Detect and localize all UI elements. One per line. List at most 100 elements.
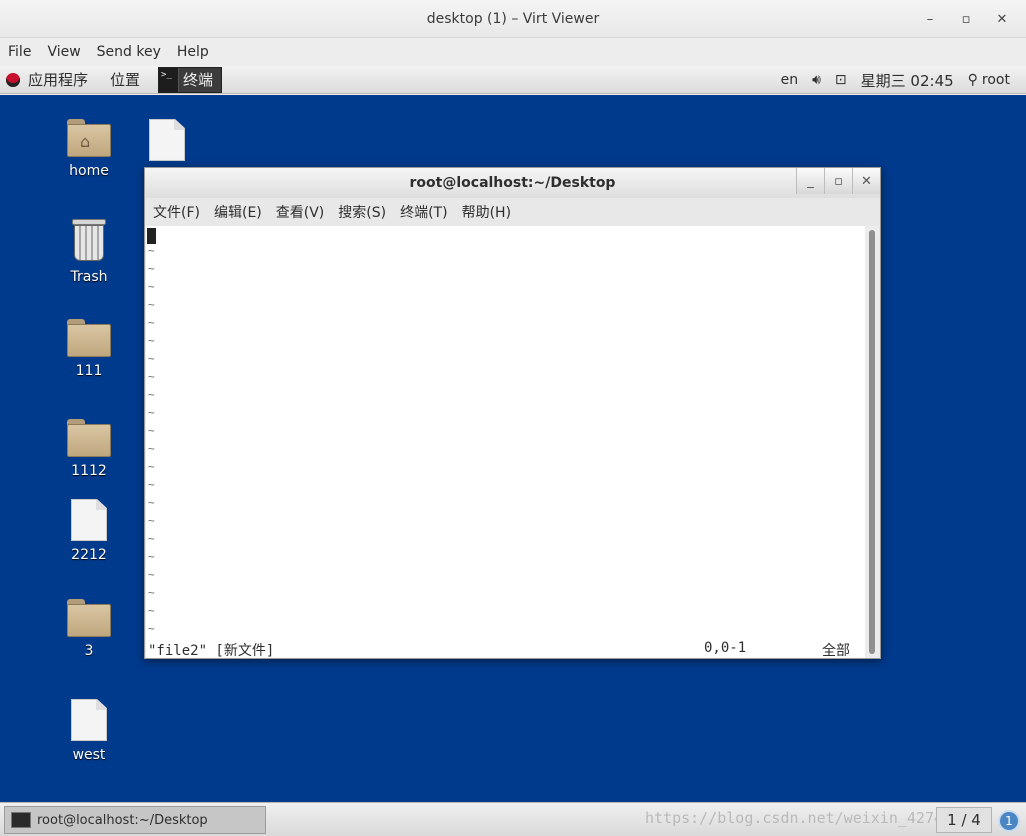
- vim-empty-line-marker: ~: [148, 550, 155, 563]
- terminal-taskbar-item[interactable]: >_ 终端: [158, 66, 223, 93]
- desktop-icon-1112[interactable]: 1112: [49, 419, 129, 479]
- status-file-name: "file2" [新文件]: [148, 643, 275, 659]
- home-folder-icon: ⌂: [67, 119, 111, 157]
- file-icon: [71, 699, 107, 741]
- terminal-title: root@localhost:~/Desktop: [409, 175, 616, 191]
- viewer-menubar: File View Send key Help: [0, 38, 1026, 66]
- vim-empty-line-marker: ~: [148, 622, 155, 635]
- desktop-icon-label: 2212: [71, 547, 107, 563]
- folder-icon: [67, 419, 111, 457]
- desktop-icon-label: 1112: [71, 463, 107, 479]
- terminal-menu-view[interactable]: 查看(V): [276, 202, 325, 222]
- terminal-window[interactable]: root@localhost:~/Desktop _ ▫ ✕ 文件(F) 编辑(…: [144, 167, 881, 659]
- taskbar-item-label: root@localhost:~/Desktop: [37, 812, 208, 828]
- user-icon: ⚲: [967, 72, 978, 88]
- workspace-pager[interactable]: 1 / 4: [936, 807, 992, 833]
- desktop-icon-home[interactable]: ⌂ home: [49, 119, 129, 179]
- terminal-titlebar[interactable]: root@localhost:~/Desktop _ ▫ ✕: [145, 168, 880, 198]
- terminal-task-label: 终端: [183, 71, 214, 89]
- clock[interactable]: 星期三 02:45: [861, 70, 954, 91]
- terminal-menubar: 文件(F) 编辑(E) 查看(V) 搜索(S) 终端(T) 帮助(H): [145, 198, 880, 226]
- vim-empty-line-marker: ~: [148, 478, 155, 491]
- volume-icon[interactable]: 🔊︎: [812, 72, 821, 88]
- vim-empty-line-marker: ~: [148, 244, 155, 257]
- terminal-close-button[interactable]: ✕: [852, 168, 880, 194]
- folder-icon: [67, 599, 111, 637]
- notification-count-badge[interactable]: 1: [998, 810, 1020, 832]
- taskbar-terminal-item[interactable]: root@localhost:~/Desktop: [4, 806, 266, 834]
- applications-label: 应用程序: [28, 71, 89, 89]
- terminal-maximize-button[interactable]: ▫: [824, 168, 852, 194]
- vim-empty-line-marker: ~: [148, 586, 155, 599]
- vim-empty-line-marker: ~: [148, 316, 155, 329]
- minimize-button[interactable]: –: [912, 8, 948, 30]
- menu-help[interactable]: Help: [177, 44, 217, 60]
- user-menu[interactable]: ⚲ root: [968, 72, 1010, 88]
- desktop-icon-label: Trash: [70, 269, 108, 285]
- keyboard-layout-indicator[interactable]: en: [781, 72, 799, 88]
- file-icon: [71, 499, 107, 541]
- vim-empty-line-marker: ~: [148, 442, 155, 455]
- terminal-menu-search[interactable]: 搜索(S): [338, 202, 386, 222]
- maximize-button[interactable]: ▫: [948, 8, 984, 30]
- status-scroll-position: 全部: [822, 643, 850, 659]
- viewer-window-controls: – ▫ ✕: [912, 8, 1020, 30]
- viewer-titlebar: desktop (1) – Virt Viewer – ▫ ✕: [0, 0, 1026, 38]
- vim-empty-line-marker: ~: [148, 298, 155, 311]
- desktop-icon-west[interactable]: west: [49, 699, 129, 763]
- desktop-icon-label: 111: [75, 363, 103, 379]
- vim-empty-line-marker: ~: [148, 532, 155, 545]
- vim-empty-line-marker: ~: [148, 514, 155, 527]
- vim-empty-line-marker: ~: [148, 352, 155, 365]
- terminal-window-controls: _ ▫ ✕: [796, 168, 880, 194]
- watermark-text: https://blog.csdn.net/weixin_42748: [645, 809, 953, 827]
- vim-empty-line-marker: ~: [148, 460, 155, 473]
- scrollbar-thumb[interactable]: [869, 230, 875, 654]
- file-icon: [149, 119, 185, 161]
- terminal-menu-file[interactable]: 文件(F): [153, 202, 200, 222]
- places-menu[interactable]: 位置: [110, 69, 140, 90]
- terminal-menu-terminal[interactable]: 终端(T): [400, 202, 447, 222]
- terminal-minimize-button[interactable]: _: [796, 168, 824, 194]
- terminal-scrollbar[interactable]: [865, 226, 879, 658]
- status-cursor-position: 0,0-1: [704, 640, 747, 656]
- panel-left: 应用程序 位置 >_ 终端: [0, 66, 223, 93]
- vim-empty-line-marker: ~: [148, 496, 155, 509]
- trash-icon: [70, 219, 108, 263]
- desktop-file-unnamed[interactable]: [127, 119, 207, 161]
- vim-empty-line-marker: ~: [148, 388, 155, 401]
- menu-view[interactable]: View: [47, 44, 88, 60]
- terminal-menu-edit[interactable]: 编辑(E): [214, 202, 262, 222]
- network-icon[interactable]: ⊡: [835, 72, 847, 88]
- desktop-icon-trash[interactable]: Trash: [49, 219, 129, 285]
- user-name: root: [981, 72, 1010, 88]
- vim-editor-area[interactable]: "file2" [新文件] 0,0-1 全部 ~ ~ ~ ~ ~ ~ ~ ~ ~ ~ ~ ~ ~ ~ ~ ~ ~…: [146, 226, 867, 659]
- vim-empty-line-marker: ~: [148, 280, 155, 293]
- vim-empty-line-marker: ~: [148, 604, 155, 617]
- vim-empty-line-marker: ~: [148, 370, 155, 383]
- vim-status-line: "file2" [新文件] 0,0-1 全部: [148, 640, 864, 659]
- vim-empty-line-marker: ~: [148, 568, 155, 581]
- terminal-menu-help[interactable]: 帮助(H): [462, 202, 511, 222]
- folder-icon: [67, 319, 111, 357]
- desktop-icon-label: 3: [84, 643, 94, 659]
- menu-file[interactable]: File: [8, 44, 39, 60]
- desktop-icon-3[interactable]: 3: [49, 599, 129, 659]
- desktop-icon-label: home: [69, 163, 109, 179]
- gnome-top-panel: 应用程序 位置 >_ 终端 en 🔊︎ ⊡ 星期三 02:45 ⚲ root: [0, 66, 1026, 94]
- close-button[interactable]: ✕: [984, 8, 1020, 30]
- vim-empty-line-marker: ~: [148, 406, 155, 419]
- desktop-icon-111[interactable]: 111: [49, 319, 129, 379]
- vim-empty-line-marker: ~: [148, 424, 155, 437]
- applications-menu[interactable]: 应用程序: [0, 66, 88, 93]
- vim-empty-line-marker: ~: [148, 262, 155, 275]
- vim-empty-line-marker: ~: [148, 334, 155, 347]
- desktop-icon-label: west: [72, 747, 106, 763]
- text-cursor: [147, 228, 156, 244]
- redhat-icon: [6, 72, 20, 87]
- desktop-icon-2212[interactable]: 2212: [49, 499, 129, 563]
- panel-status-area: en 🔊︎ ⊡ 星期三 02:45 ⚲ root: [781, 66, 1010, 94]
- menu-send-key[interactable]: Send key: [97, 44, 169, 60]
- gnome-bottom-panel: root@localhost:~/Desktop https://blog.cs…: [0, 802, 1026, 836]
- terminal-icon: [11, 812, 31, 828]
